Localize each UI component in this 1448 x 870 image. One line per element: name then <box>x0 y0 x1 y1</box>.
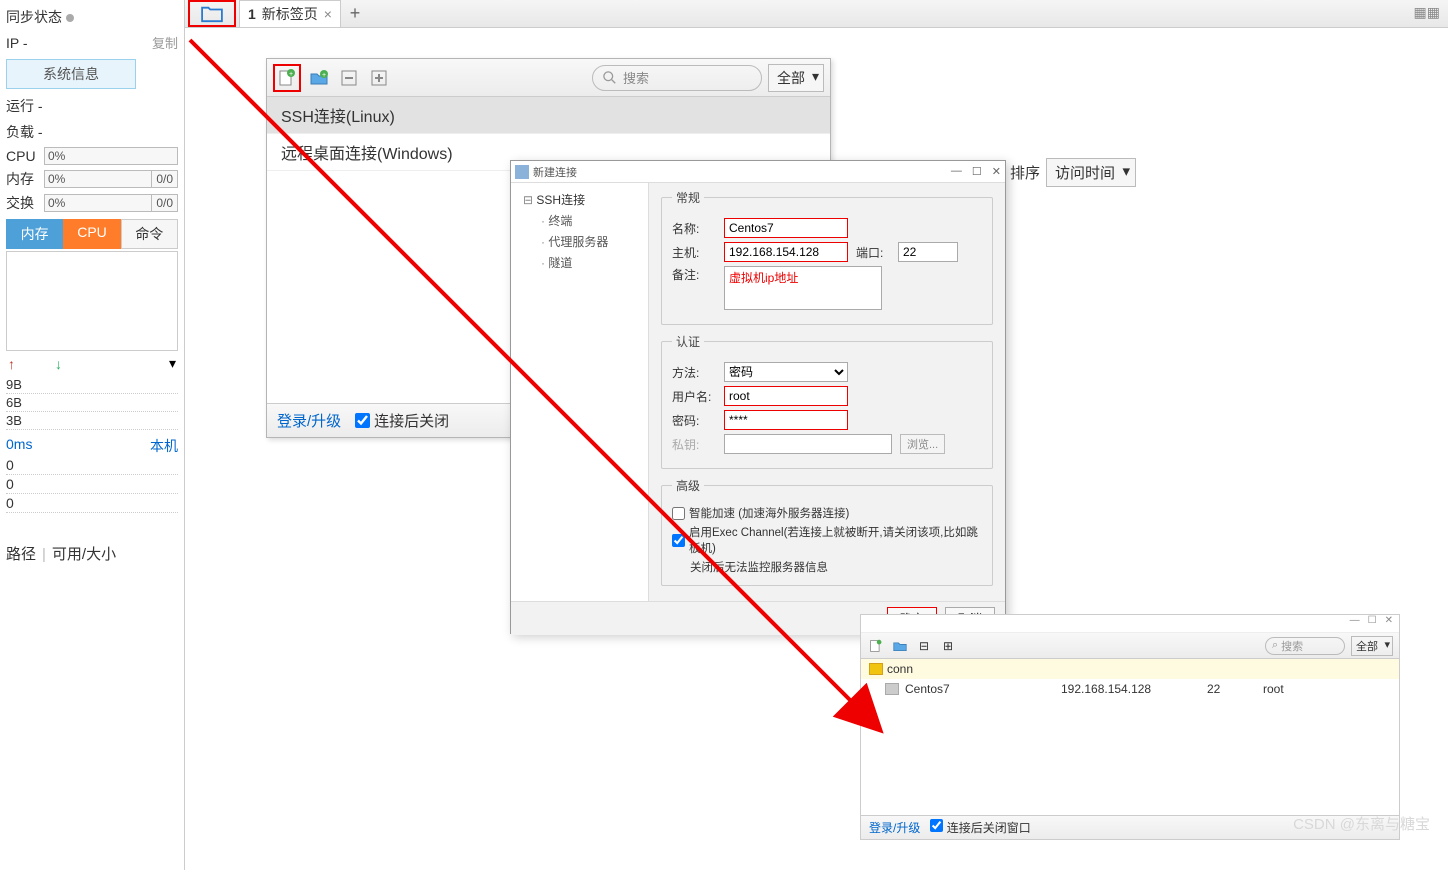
sync-status-label: 同步状态 <box>6 9 62 25</box>
app-icon <box>515 165 529 179</box>
dialog-tree: SSH连接 终端 代理服务器 隧道 <box>511 183 649 601</box>
sort-label: 排序 <box>1010 162 1040 183</box>
metric-graph <box>6 251 178 351</box>
sync-dot-icon <box>66 14 74 22</box>
tree-terminal[interactable]: 终端 <box>515 210 644 231</box>
load-label: 负载 - <box>6 122 43 142</box>
close-icon[interactable]: × <box>324 6 332 22</box>
close-icon[interactable]: ✕ <box>1385 615 1393 632</box>
local-label[interactable]: 本机 <box>150 436 178 456</box>
dialog-form: 常规 名称: 主机:端口: 备注: 认证 方法:密码 用户名: 密码: 私钥:浏… <box>649 183 1005 601</box>
upload-icon: ↑ <box>8 356 15 372</box>
collapse-button[interactable] <box>337 66 361 90</box>
close-after-checkbox[interactable]: 连接后关闭 <box>355 410 449 431</box>
auth-group: 认证 方法:密码 用户名: 密码: 私钥:浏览... <box>661 333 993 469</box>
ip-label: IP - <box>6 35 28 51</box>
svg-text:+: + <box>322 72 326 79</box>
browse-button[interactable]: 浏览... <box>900 434 945 454</box>
username-input[interactable] <box>724 386 848 406</box>
connection-item[interactable]: Centos7 192.168.154.128 22 root <box>861 679 1399 699</box>
filter-dropdown[interactable]: 全部 <box>1351 636 1393 656</box>
login-link[interactable]: 登录/升级 <box>277 410 341 431</box>
add-tab-button[interactable]: + <box>341 0 369 27</box>
port-input[interactable] <box>898 242 958 262</box>
login-link[interactable]: 登录/升级 <box>869 819 920 836</box>
new-file-button[interactable]: + <box>273 64 301 92</box>
run-label: 运行 - <box>6 96 43 116</box>
tab-cpu[interactable]: CPU <box>63 219 120 249</box>
connection-list-panel: — ☐ ✕ ⊟ ⊞ ⌕ 搜索 全部 conn Centos7 192.168.154… <box>860 614 1400 840</box>
new-file-button[interactable] <box>867 637 885 655</box>
name-input[interactable] <box>724 218 848 238</box>
general-group: 常规 名称: 主机:端口: 备注: <box>661 189 993 325</box>
copy-button[interactable]: 复制 <box>152 33 178 52</box>
close-icon[interactable]: ✕ <box>992 165 1001 178</box>
cpu-label: CPU <box>6 148 44 164</box>
system-info-button[interactable]: 系统信息 <box>6 59 136 89</box>
session-toolbar: + + 搜索 全部 <box>267 59 830 97</box>
dropdown-icon[interactable]: ▾ <box>169 355 176 372</box>
grid-view-icon[interactable]: ▦▦ <box>1406 0 1448 27</box>
password-input[interactable] <box>724 410 848 430</box>
sort-dropdown[interactable]: 访问时间 <box>1046 158 1136 187</box>
search-input[interactable]: ⌕ 搜索 <box>1265 637 1345 655</box>
download-icon: ↓ <box>55 356 62 372</box>
tab-label: 新标签页 <box>262 4 318 24</box>
watermark: CSDN @东离与糖宝 <box>1293 813 1430 834</box>
exec-checkbox[interactable]: 启用Exec Channel(若连接上就被断开,请关闭该项,比如跳板机) <box>672 524 982 556</box>
sidebar: 同步状态 IP -复制 系统信息 运行 - 负载 - CPU0% 内存0%0/0… <box>0 0 185 870</box>
folder-icon <box>869 663 883 675</box>
mem-bar: 0%0/0 <box>44 170 178 188</box>
net-rows: 9B 6B 3B <box>6 376 178 430</box>
sort-control: 排序 访问时间 <box>1010 158 1136 187</box>
zero-rows: 0 0 0 <box>6 456 178 513</box>
maximize-icon[interactable]: ☐ <box>972 165 982 178</box>
search-input[interactable]: 搜索 <box>592 65 762 91</box>
svg-text:+: + <box>289 71 293 78</box>
server-icon <box>885 683 899 695</box>
privatekey-input <box>724 434 892 454</box>
tree-proxy[interactable]: 代理服务器 <box>515 231 644 252</box>
filter-dropdown[interactable]: 全部 <box>768 64 824 92</box>
note-input[interactable] <box>724 266 882 310</box>
close-after-checkbox[interactable]: 连接后关闭窗口 <box>930 819 1030 836</box>
tab-memory[interactable]: 内存 <box>6 219 63 249</box>
expand-button[interactable]: ⊞ <box>939 637 957 655</box>
maximize-icon[interactable]: ☐ <box>1368 615 1377 632</box>
new-folder-button[interactable] <box>891 637 909 655</box>
minimize-icon[interactable]: — <box>951 165 962 178</box>
tab-number: 1 <box>248 6 256 22</box>
cpu-bar: 0% <box>44 147 178 165</box>
dialog-titlebar: 新建连接 — ☐ ✕ <box>511 161 1005 183</box>
connlist-toolbar: ⊟ ⊞ ⌕ 搜索 全部 <box>861 633 1399 659</box>
new-connection-dialog: 新建连接 — ☐ ✕ SSH连接 终端 代理服务器 隧道 常规 名称: 主机:端口:… <box>510 160 1006 634</box>
tab-new[interactable]: 1 新标签页 × <box>239 0 341 27</box>
metric-tabs: 内存 CPU 命令 <box>6 219 178 249</box>
latency-value: 0ms <box>6 436 32 456</box>
swap-bar: 0%0/0 <box>44 194 178 212</box>
dialog-title: 新建连接 <box>533 164 577 180</box>
folder-row[interactable]: conn <box>861 659 1399 679</box>
expand-button[interactable] <box>367 66 391 90</box>
path-header: 路径|可用/大小 <box>6 543 178 564</box>
minimize-icon[interactable]: — <box>1350 615 1360 632</box>
new-folder-button[interactable]: + <box>307 66 331 90</box>
method-select[interactable]: 密码 <box>724 362 848 382</box>
swap-label: 交换 <box>6 193 44 213</box>
menu-ssh-linux[interactable]: SSH连接(Linux) <box>267 97 830 134</box>
advanced-note: 关闭后无法监控服务器信息 <box>672 559 982 575</box>
mem-label: 内存 <box>6 169 44 189</box>
accel-checkbox[interactable]: 智能加速 (加速海外服务器连接) <box>672 505 982 521</box>
host-input[interactable] <box>724 242 848 262</box>
collapse-button[interactable]: ⊟ <box>915 637 933 655</box>
tab-bar: 1 新标签页 × + ▦▦ <box>185 0 1448 28</box>
tree-ssh[interactable]: SSH连接 <box>515 189 644 210</box>
tree-tunnel[interactable]: 隧道 <box>515 252 644 273</box>
tab-cmd[interactable]: 命令 <box>121 219 178 249</box>
advanced-group: 高级 智能加速 (加速海外服务器连接) 启用Exec Channel(若连接上就… <box>661 477 993 586</box>
folder-button[interactable] <box>188 0 236 27</box>
